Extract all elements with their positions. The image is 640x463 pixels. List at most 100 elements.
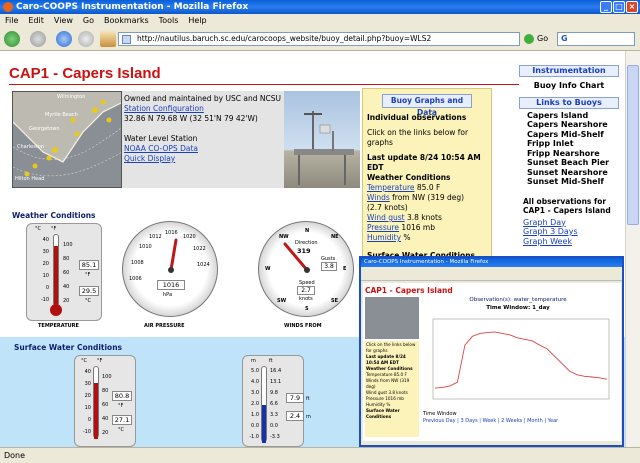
go-arrow-icon (524, 34, 534, 44)
forward-arrow-icon[interactable] (30, 31, 46, 47)
status-text: Done (4, 451, 26, 460)
wind-gust-link[interactable]: Wind gust (367, 213, 405, 222)
temp-c-value: 29.5 (79, 286, 99, 296)
obs-row: Temperature 85.0 F (367, 183, 441, 192)
water-thermo-mercury (94, 383, 98, 439)
temperature-caption: TEMPERATURE (38, 323, 79, 329)
right-sidebar: Instrumentation Buoy Info Chart Links to… (519, 65, 619, 265)
menu-tools[interactable]: Tools (159, 14, 179, 27)
maximize-button[interactable]: □ (613, 1, 625, 13)
noaa-data-link[interactable]: NOAA CO-OPS Data (124, 144, 198, 153)
links-heading: Links to Buoys (519, 96, 619, 109)
search-input[interactable]: G (557, 32, 635, 46)
popup-obs-title: Observation(s): water_temperature (469, 297, 567, 303)
pressure-needle (169, 238, 178, 272)
buoy-link[interactable]: Fripp Nearshore (527, 149, 619, 159)
obs-row: Wind gust 3.8 knots (367, 213, 442, 222)
close-button[interactable]: × (626, 1, 638, 13)
popup-time-window-links[interactable]: Previous Day | 3 Days | Week | 2 Weeks |… (423, 418, 558, 424)
buoy-link[interactable]: Fripp Inlet (527, 139, 619, 149)
air-thermometer: °C °F 40 30 20 10 0 -10 100 80 60 40 20 85.1 °F 2… (26, 223, 102, 321)
menu-file[interactable]: File (5, 14, 18, 27)
obs-row: Winds from NW (319 deg) (367, 193, 465, 202)
buoy-link[interactable]: Sunset Nearshore (527, 168, 619, 178)
weather-heading: Weather Conditions (367, 173, 451, 182)
thermo-bulb (50, 304, 62, 316)
buoy-link[interactable]: Capers Island (527, 111, 619, 121)
station-photo (284, 91, 360, 188)
instrumentation-button[interactable]: Instrumentation (519, 65, 619, 77)
popup-window[interactable]: Caro-COOPS Instrumentation - Mozilla Fir… (359, 256, 624, 447)
scrollbar-thumb[interactable] (627, 65, 639, 225)
back-arrow-icon[interactable] (4, 31, 20, 47)
water-temp-c-value: 27.1 (112, 415, 132, 425)
reload-icon[interactable] (56, 31, 72, 47)
temp-f-value: 85.1 (79, 260, 99, 270)
panel-heading: Individual observations (367, 113, 467, 122)
coordinates-text: 32.86 N 79.68 W (32 51'N 79 42'W) (124, 114, 258, 123)
page-scrollbar[interactable] (625, 51, 640, 447)
map-label: Georgetown (29, 126, 60, 132)
station-config-link[interactable]: Station Configuration (124, 104, 204, 113)
buoy-link[interactable]: Capers Nearshore (527, 120, 619, 130)
pressure-gauge: 1010 1012 1016 1020 1022 1024 1006 1008 … (122, 221, 218, 317)
menu-go[interactable]: Go (83, 14, 94, 27)
navigation-toolbar: http://nautilus.baruch.sc.edu/carocoops_… (0, 27, 640, 51)
water-temp-f-value: 80.8 (112, 391, 132, 401)
stop-icon[interactable] (78, 31, 94, 47)
thermo-unit-f: °F (51, 226, 57, 232)
minimize-button[interactable]: _ (600, 1, 612, 13)
last-update: Last update 8/24 10:54 AM EDT (367, 153, 481, 172)
humidity-link[interactable]: Humidity (367, 233, 401, 242)
graph-week-link[interactable]: Graph Week (523, 237, 572, 246)
go-button[interactable]: Go (524, 32, 554, 46)
map-label: Myrtle Beach (45, 112, 78, 118)
weather-conditions-section: Weather Conditions °C °F 40 30 20 10 0 -10 10… (12, 211, 362, 329)
home-icon[interactable] (100, 31, 116, 47)
station-type-text: Water Level Station (124, 134, 198, 143)
obs-row: (2.7 knots) (367, 203, 408, 212)
popup-map (365, 297, 419, 339)
buoy-info-link[interactable]: Buoy Info Chart (519, 81, 619, 91)
menu-edit[interactable]: Edit (28, 14, 44, 27)
buoy-link[interactable]: Capers Mid-Shelf (527, 130, 619, 140)
map-label: Wilmington (57, 94, 86, 100)
popup-line-chart[interactable] (423, 313, 613, 405)
winds-link[interactable]: Winds (367, 193, 390, 202)
water-thermometer: °C °F 40 30 20 10 0 -10 100 80 60 40 20 (74, 355, 136, 447)
menu-help[interactable]: Help (188, 14, 206, 27)
window-titlebar: Caro-COOPS Instrumentation - Mozilla Fir… (0, 0, 640, 14)
surface-section-title: Surface Water Conditions (14, 343, 123, 352)
buoy-link[interactable]: Sunset Mid-Shelf (527, 177, 619, 187)
obs-row: Humidity % (367, 233, 411, 242)
graph-day-link[interactable]: Graph Day (523, 218, 566, 227)
status-bar: Done (0, 447, 640, 463)
menu-bookmarks[interactable]: Bookmarks (104, 14, 149, 27)
coastline-map[interactable]: Wilmington Myrtle Beach Georgetown Charl… (12, 91, 122, 188)
popup-toolbar (361, 267, 622, 281)
chart-plot-area (432, 318, 610, 400)
graph-3days-link[interactable]: Graph 3 Days (523, 227, 578, 236)
popup-content: CAP1 - Capers Island Click on the links … (363, 283, 621, 441)
title-divider (9, 84, 519, 85)
pressure-link[interactable]: Pressure (367, 223, 399, 232)
menu-view[interactable]: View (54, 14, 73, 27)
map-label: Charleston (17, 144, 45, 150)
menubar: File Edit View Go Bookmarks Tools Help (0, 14, 640, 27)
map-label: Hilton Head (15, 176, 45, 182)
quick-display-link[interactable]: Quick Display (124, 154, 175, 163)
water-level-fill (262, 405, 266, 443)
popup-page-title: CAP1 - Capers Island (365, 286, 453, 295)
url-input[interactable]: http://nautilus.baruch.sc.edu/carocoops_… (118, 32, 520, 46)
popup-time-window: Time Window: 1_day (486, 305, 550, 311)
owner-text: Owned and maintained by USC and NCSU (124, 94, 281, 103)
thermo-mercury (54, 246, 58, 307)
all-observations-label: All observations for CAP1 - Capers Islan… (523, 196, 611, 216)
firefox-icon (3, 2, 13, 12)
window-title: Caro-COOPS Instrumentation - Mozilla Fir… (16, 2, 249, 12)
temperature-link[interactable]: Temperature (367, 183, 415, 192)
pressure-value: 1016 (157, 280, 185, 290)
buoy-link[interactable]: Sunset Beach Pier (527, 158, 619, 168)
buoy-graphs-button[interactable]: Buoy Graphs and Data (382, 94, 472, 117)
wind-gust-value: 3.8 (321, 262, 337, 271)
